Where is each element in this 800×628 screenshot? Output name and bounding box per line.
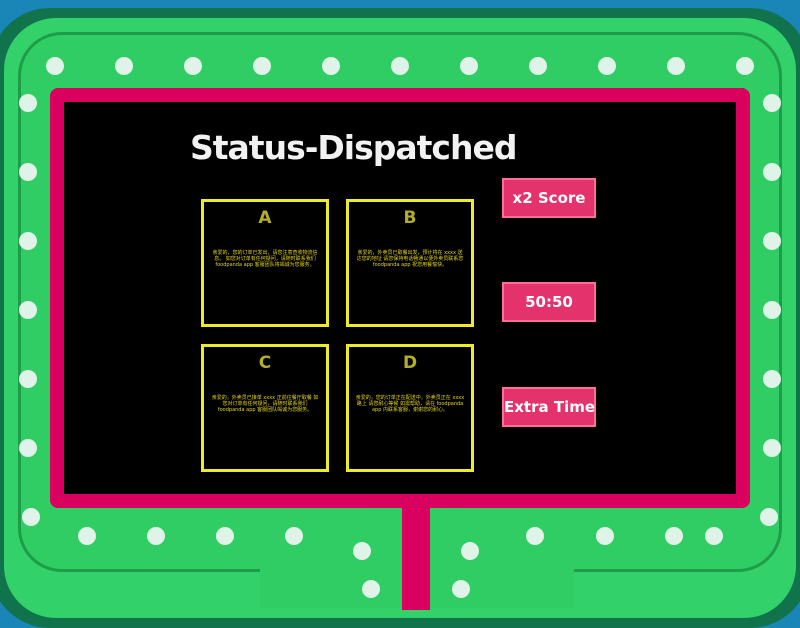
light-bulb: [78, 527, 96, 545]
light-bulb: [19, 163, 37, 181]
question-title: Status-Dispatched: [190, 128, 517, 167]
light-bulb: [461, 542, 479, 560]
light-bulb: [460, 57, 478, 75]
answer-text: 亲爱的，外卖员已取餐出发，预计将在 xxxx 送达您的地址 请您保持电话畅通以便…: [356, 250, 464, 268]
answer-d-box[interactable]: D 亲爱的，您的订单正在配送中，外卖员正在 xxxx 路上 请您耐心等候 如需帮…: [346, 344, 474, 472]
light-bulb: [736, 57, 754, 75]
extra-time-button[interactable]: Extra Time: [502, 387, 596, 427]
answer-c-box[interactable]: C 亲爱的，外卖员已接单 xxxx 正前往餐厅取餐 如您对订单有任何疑问，请随时…: [201, 344, 329, 472]
light-bulb: [763, 94, 781, 112]
frame-stem-pink: [402, 500, 430, 610]
light-bulb: [184, 57, 202, 75]
light-bulb: [760, 508, 778, 526]
light-bulb: [19, 94, 37, 112]
answer-a-box[interactable]: A 亲爱的，您的订单已发出，请您注意查收物流信息。 如您对订单有任何疑问，请随时…: [201, 199, 329, 327]
light-bulb: [46, 57, 64, 75]
light-bulb: [667, 57, 685, 75]
light-bulb: [763, 232, 781, 250]
answer-text: 亲爱的，您的订单已发出，请您注意查收物流信息。 如您对订单有任何疑问，请随时联系…: [212, 250, 318, 268]
light-bulb: [362, 580, 380, 598]
light-bulb: [22, 508, 40, 526]
light-bulb: [216, 527, 234, 545]
light-bulb: [322, 57, 340, 75]
light-bulb: [19, 370, 37, 388]
fifty-fifty-button[interactable]: 50:50: [502, 282, 596, 322]
light-bulb: [526, 527, 544, 545]
light-bulb: [529, 57, 547, 75]
light-bulb: [596, 527, 614, 545]
answer-text: 亲爱的，外卖员已接单 xxxx 正前往餐厅取餐 如您对订单有任何疑问，请随时联系…: [211, 395, 319, 413]
light-bulb: [763, 163, 781, 181]
answer-letter: B: [403, 208, 417, 228]
answer-text: 亲爱的，您的订单正在配送中，外卖员正在 xxxx 路上 请您耐心等候 如需帮助，…: [355, 395, 465, 413]
light-bulb: [353, 542, 371, 560]
light-bulb: [147, 527, 165, 545]
frame-stem-left: [260, 508, 410, 608]
answer-letter: D: [402, 353, 418, 373]
answer-letter: C: [258, 353, 272, 373]
double-score-button[interactable]: x2 Score: [502, 178, 596, 218]
frame-stem-right: [424, 508, 574, 608]
light-bulb: [763, 301, 781, 319]
light-bulb: [598, 57, 616, 75]
light-bulb: [253, 57, 271, 75]
light-bulb: [391, 57, 409, 75]
answer-b-box[interactable]: B 亲爱的，外卖员已取餐出发，预计将在 xxxx 送达您的地址 请您保持电话畅通…: [346, 199, 474, 327]
light-bulb: [285, 527, 303, 545]
answer-letter: A: [258, 208, 272, 228]
light-bulb: [19, 301, 37, 319]
light-bulb: [19, 232, 37, 250]
light-bulb: [452, 580, 470, 598]
light-bulb: [19, 439, 37, 457]
light-bulb: [763, 370, 781, 388]
light-bulb: [665, 527, 683, 545]
light-bulb: [115, 57, 133, 75]
light-bulb: [763, 439, 781, 457]
light-bulb: [705, 527, 723, 545]
